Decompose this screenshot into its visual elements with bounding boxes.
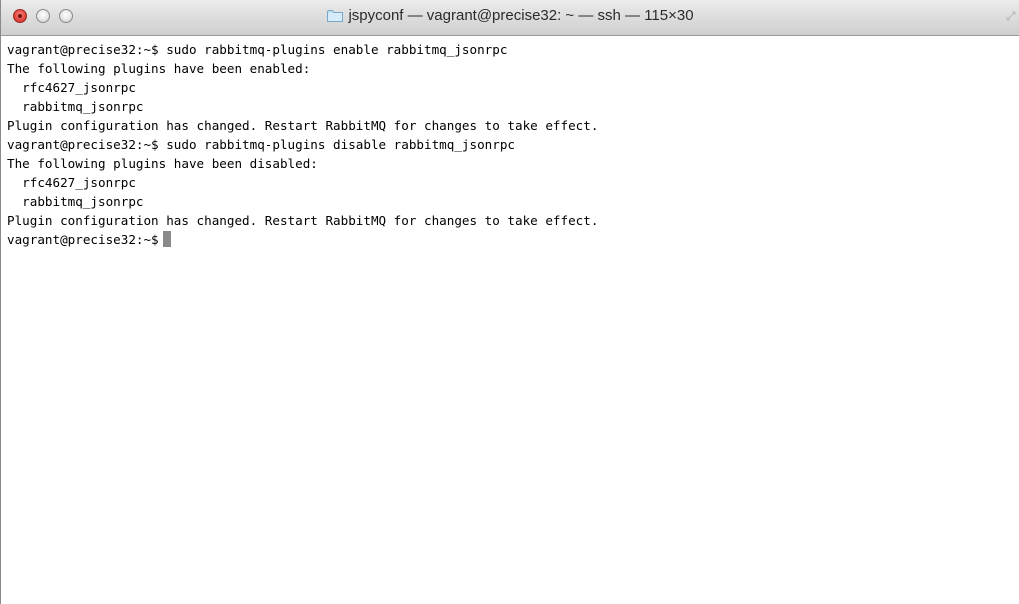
title-bar[interactable]: jspyconf — vagrant@precise32: ~ — ssh — … <box>1 0 1019 36</box>
terminal-line: rfc4627_jsonrpc <box>7 80 136 95</box>
window-title-group: jspyconf — vagrant@precise32: ~ — ssh — … <box>1 0 1019 36</box>
terminal-window: jspyconf — vagrant@precise32: ~ — ssh — … <box>0 0 1019 604</box>
terminal-line: The following plugins have been disabled… <box>7 156 318 171</box>
terminal-line: Plugin configuration has changed. Restar… <box>7 213 599 228</box>
window-title: jspyconf — vagrant@precise32: ~ — ssh — … <box>348 6 694 24</box>
terminal-output[interactable]: vagrant@precise32:~$ sudo rabbitmq-plugi… <box>7 40 1015 600</box>
terminal-line: Plugin configuration has changed. Restar… <box>7 118 599 133</box>
terminal-line: The following plugins have been enabled: <box>7 61 311 76</box>
shell-prompt: vagrant@precise32:~$ <box>7 232 159 247</box>
terminal-line: rabbitmq_jsonrpc <box>7 99 144 114</box>
fullscreen-icon[interactable] <box>1006 11 1016 21</box>
terminal-line: vagrant@precise32:~$ sudo rabbitmq-plugi… <box>7 137 515 152</box>
terminal-line: vagrant@precise32:~$ sudo rabbitmq-plugi… <box>7 42 508 57</box>
terminal-prompt-line[interactable]: vagrant@precise32:~$ <box>7 230 1015 249</box>
text-cursor <box>162 231 171 247</box>
terminal-line: rfc4627_jsonrpc <box>7 175 136 190</box>
folder-icon <box>327 9 344 22</box>
terminal-line: rabbitmq_jsonrpc <box>7 194 144 209</box>
